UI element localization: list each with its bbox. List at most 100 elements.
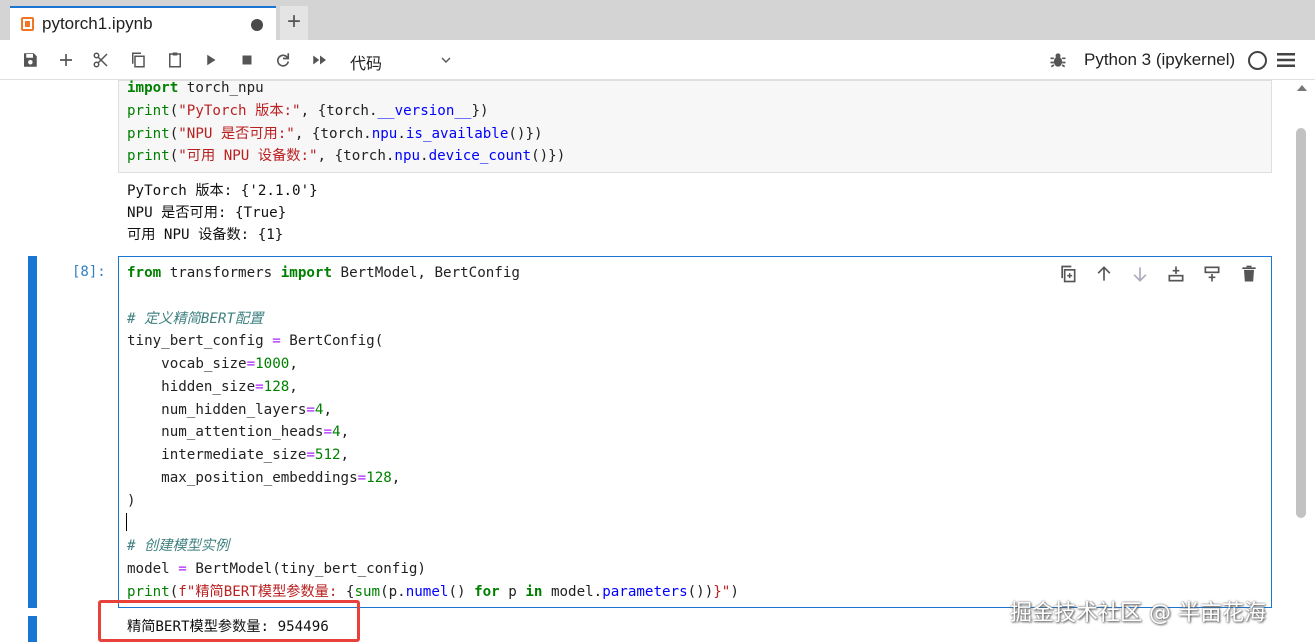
code-token: = <box>255 378 264 395</box>
code-line: print("可用 NPU 设备数:", {torch.npu.device_c… <box>127 145 565 168</box>
add-icon[interactable] <box>55 49 77 71</box>
stop-icon[interactable] <box>236 49 258 71</box>
code-token: ( <box>169 148 179 165</box>
scroll-up-arrow-icon[interactable] <box>1297 85 1307 91</box>
run-all-icon[interactable] <box>309 49 331 71</box>
code-line: # 定义精简BERT配置 <box>127 308 263 331</box>
cell-type-select[interactable]: 代码 <box>340 48 460 73</box>
code-token: __version__ <box>377 102 472 119</box>
code-token: ()) <box>687 583 714 600</box>
code-token: print <box>127 125 170 142</box>
code-token: ()}) <box>508 125 543 142</box>
code-line: num_hidden_layers=4, <box>127 399 332 422</box>
code-token: = <box>178 560 187 577</box>
code-line: print("NPU 是否可用:", {torch.npu.is_availab… <box>127 123 543 146</box>
menu-icon[interactable] <box>1277 52 1295 68</box>
save-icon[interactable] <box>19 49 41 71</box>
kernel-status-icon <box>1248 51 1267 70</box>
code-line: vocab_size=1000, <box>127 353 298 376</box>
code-token: ()}) <box>531 148 566 165</box>
move-up-icon[interactable] <box>1094 264 1116 286</box>
code-token: max_position_embeddings <box>127 469 358 486</box>
code-token: p <box>499 583 526 600</box>
code-line: hidden_size=128, <box>127 376 298 399</box>
new-tab-button[interactable]: + <box>280 6 308 40</box>
code-token: = <box>272 333 281 350</box>
tab-bar: pytorch1.ipynb + <box>0 0 1315 40</box>
code-token: sum <box>354 583 381 600</box>
code-token: BertModel(tiny_bert_config) <box>186 560 426 577</box>
code-line: import torch_npu <box>127 77 264 100</box>
output-line: NPU 是否可用: {True} <box>127 205 287 221</box>
kernel-name[interactable]: Python 3 (ipykernel) <box>1084 50 1235 70</box>
code-line: intermediate_size=512, <box>127 444 349 467</box>
code-token: , <box>289 356 298 372</box>
code-token: 512 <box>314 447 341 463</box>
code-token: numel <box>405 583 449 600</box>
debugger-bug-icon[interactable] <box>1048 50 1068 70</box>
code-line: model = BertModel(tiny_bert_config) <box>127 558 426 581</box>
code-token: device_count <box>428 148 532 165</box>
cut-icon[interactable] <box>90 49 112 71</box>
code-token: tiny_bert_config <box>127 333 273 350</box>
notebook-tab[interactable]: pytorch1.ipynb <box>10 6 276 40</box>
code-token: . <box>420 148 429 165</box>
code-token: = <box>323 424 333 441</box>
run-icon[interactable] <box>200 49 222 71</box>
code-token: = <box>246 356 256 372</box>
code-line: max_position_embeddings=128, <box>127 467 400 490</box>
watermark: 掘金技术社区 @ 半亩花海 <box>1010 601 1266 626</box>
code-token: print <box>127 102 170 119</box>
code-token: # 创建模型实例 <box>127 538 230 554</box>
code-token: ) <box>127 492 136 509</box>
restart-icon[interactable] <box>272 49 294 71</box>
code-token: , <box>323 401 333 418</box>
active-output-indicator[interactable] <box>28 616 37 642</box>
code-token: }) <box>471 102 489 119</box>
code-token: intermediate_size <box>127 447 307 463</box>
code-token: , <box>391 469 401 486</box>
cell-2-code-editor[interactable]: from transformers import BertModel, Bert… <box>118 256 1272 608</box>
text-cursor <box>126 513 127 531</box>
paste-icon[interactable] <box>164 49 186 71</box>
code-line: ) <box>127 490 136 513</box>
code-token: import <box>127 80 179 96</box>
code-token: for <box>474 583 500 600</box>
code-token: transformers <box>161 265 281 281</box>
code-line: from transformers import BertModel, Bert… <box>127 262 520 285</box>
output-line: 可用 NPU 设备数: {1} <box>127 227 284 243</box>
unsaved-dot-icon[interactable] <box>251 19 263 31</box>
code-token: "可用 NPU 设备数:" <box>178 148 318 165</box>
code-token: num_hidden_layers <box>127 401 307 418</box>
output-highlight-box <box>98 600 360 642</box>
active-cell-indicator[interactable] <box>28 256 37 608</box>
insert-above-icon[interactable] <box>1166 264 1188 286</box>
duplicate-icon[interactable] <box>1058 264 1080 286</box>
cell-1-code-editor[interactable]: import torch_npu print("PyTorch 版本:", {to… <box>118 80 1272 173</box>
code-token: parameters <box>602 583 688 600</box>
insert-below-icon[interactable] <box>1202 264 1224 286</box>
code-token: , {torch. <box>294 125 372 142</box>
code-token: , <box>340 424 350 441</box>
code-token: f"精简BERT模型参数量: <box>178 583 346 600</box>
code-token: "NPU 是否可用:" <box>178 125 295 142</box>
code-token: num_attention_heads <box>127 424 324 441</box>
code-token: , <box>289 378 298 395</box>
delete-icon[interactable] <box>1239 264 1261 286</box>
copy-icon[interactable] <box>127 49 149 71</box>
code-token: ( <box>169 102 179 119</box>
code-token: npu <box>371 125 398 142</box>
code-token: ) <box>730 583 739 600</box>
code-token: , <box>340 447 350 463</box>
code-token: print <box>127 583 170 600</box>
code-token: }" <box>713 583 731 600</box>
code-token: = <box>306 447 315 463</box>
code-token: BertConfig( <box>280 333 384 350</box>
scrollbar-thumb[interactable] <box>1296 128 1306 518</box>
code-token: , {torch. <box>300 102 378 119</box>
notebook-icon <box>21 17 34 31</box>
code-token: model. <box>542 583 603 600</box>
code-token: . <box>397 125 406 142</box>
code-token: is_available <box>405 125 509 142</box>
move-down-icon[interactable] <box>1130 264 1152 286</box>
